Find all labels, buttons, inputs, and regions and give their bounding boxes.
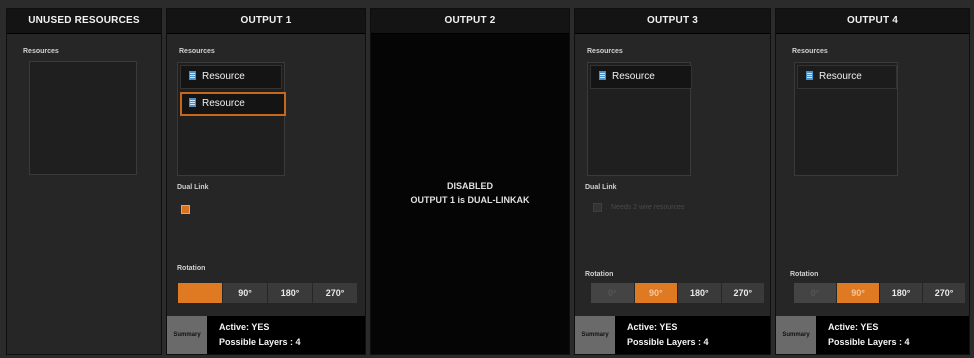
- output-3-panel: OUTPUT 3 Resources Resource Dual Link Ne…: [574, 8, 771, 355]
- panel-title: OUTPUT 4: [776, 9, 969, 34]
- active-status: Active: YES: [828, 322, 879, 332]
- disabled-title: DISABLED: [446, 181, 493, 191]
- rotation-label: Rotation: [790, 271, 819, 278]
- dual-link-label: Dual Link: [585, 184, 617, 191]
- panel-title: OUTPUT 1: [167, 9, 365, 34]
- rotation-option-270[interactable]: 270°: [313, 283, 357, 303]
- rotation-selector: 0° 90° 180° 270°: [178, 283, 358, 303]
- summary-box: Active: YES Possible Layers : 4: [816, 316, 969, 354]
- panel-title: OUTPUT 3: [575, 9, 770, 34]
- resource-list[interactable]: Resource Resource: [177, 62, 286, 176]
- rotation-option-90[interactable]: 90°: [634, 283, 677, 303]
- resources-label: Resources: [587, 48, 623, 55]
- summary-box: Active: YES Possible Layers : 4: [615, 316, 770, 354]
- output-2-panel: OUTPUT 2 DISABLED OUTPUT 1 is DUAL-LINKA…: [370, 8, 570, 355]
- rotation-option-180[interactable]: 180°: [880, 283, 922, 303]
- resource-label: Resource: [202, 98, 245, 109]
- resource-icon: [189, 70, 196, 80]
- rotation-option-270[interactable]: 270°: [923, 283, 965, 303]
- rotation-option-270[interactable]: 270°: [721, 283, 764, 303]
- resource-label: Resource: [819, 71, 862, 82]
- resource-icon: [806, 70, 813, 80]
- dual-link-label: Dual Link: [177, 184, 209, 191]
- rotation-option-180[interactable]: 180°: [268, 283, 312, 303]
- resource-list[interactable]: Resource: [794, 62, 898, 176]
- dual-link-checkbox[interactable]: [593, 203, 602, 212]
- resource-item[interactable]: Resource: [797, 65, 897, 89]
- resource-icon: [599, 70, 606, 80]
- rotation-option-0[interactable]: 0°: [178, 283, 222, 303]
- rotation-option-0[interactable]: 0°: [591, 283, 634, 303]
- rotation-selector: 0° 90° 180° 270°: [794, 283, 966, 303]
- resource-label: Resource: [202, 71, 245, 82]
- summary-box: Active: YES Possible Layers : 4: [207, 316, 365, 354]
- possible-layers: Possible Layers : 4: [828, 337, 910, 347]
- resource-list[interactable]: [29, 61, 137, 175]
- resource-icon: [189, 97, 196, 107]
- summary-tab[interactable]: Summary: [776, 316, 816, 354]
- rotation-option-90[interactable]: 90°: [837, 283, 879, 303]
- rotation-label: Rotation: [585, 271, 614, 278]
- active-status: Active: YES: [219, 322, 270, 332]
- resource-item[interactable]: Resource: [590, 65, 692, 89]
- possible-layers: Possible Layers : 4: [219, 337, 301, 347]
- rotation-label: Rotation: [177, 265, 206, 272]
- rotation-option-180[interactable]: 180°: [678, 283, 721, 303]
- active-status: Active: YES: [627, 322, 678, 332]
- resource-item-selected[interactable]: Resource: [180, 92, 286, 116]
- disabled-message: DISABLED OUTPUT 1 is DUAL-LINKAK: [371, 179, 569, 207]
- unused-resources-panel: UNUSED RESOURCES Resources: [6, 8, 162, 355]
- resources-label: Resources: [23, 48, 59, 55]
- summary-tab[interactable]: Summary: [575, 316, 615, 354]
- dual-link-checkbox[interactable]: [181, 205, 190, 214]
- panel-title: OUTPUT 2: [371, 9, 569, 34]
- rotation-option-0[interactable]: 0°: [794, 283, 836, 303]
- resources-label: Resources: [792, 48, 828, 55]
- output-1-panel: OUTPUT 1 Resources Resource Resource Dua…: [166, 8, 366, 355]
- resource-item[interactable]: Resource: [180, 65, 282, 89]
- resources-label: Resources: [179, 48, 215, 55]
- dual-link-option: Needs 2 wire resources: [611, 204, 685, 211]
- resource-list[interactable]: Resource: [587, 62, 692, 176]
- rotation-option-90[interactable]: 90°: [223, 283, 267, 303]
- summary-tab[interactable]: Summary: [167, 316, 207, 354]
- disabled-reason: OUTPUT 1 is DUAL-LINKAK: [410, 195, 530, 205]
- output-4-panel: OUTPUT 4 Resources Resource Rotation 0° …: [775, 8, 970, 355]
- panel-title: UNUSED RESOURCES: [7, 9, 161, 34]
- resource-label: Resource: [612, 71, 655, 82]
- rotation-selector: 0° 90° 180° 270°: [591, 283, 765, 303]
- possible-layers: Possible Layers : 4: [627, 337, 709, 347]
